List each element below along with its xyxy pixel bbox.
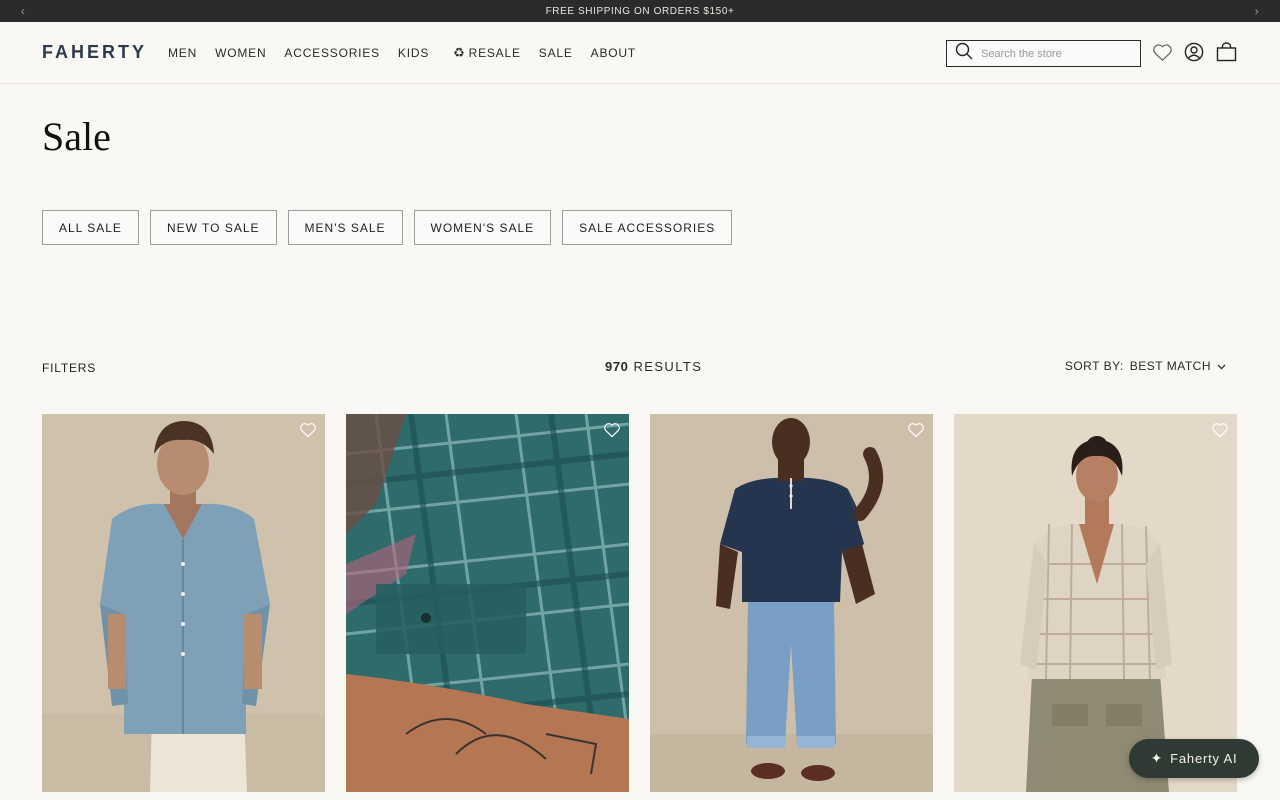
nav-item-accessories[interactable]: ACCESSORIES bbox=[284, 46, 380, 60]
sort-label: SORT BY: bbox=[1064, 359, 1124, 373]
announcement-text: FREE SHIPPING ON ORDERS $150+ bbox=[545, 5, 735, 17]
results-label: RESULTS bbox=[633, 359, 703, 374]
product-card[interactable] bbox=[42, 414, 325, 792]
announcement-bar: ‹ FREE SHIPPING ON ORDERS $150+ › bbox=[0, 0, 1280, 22]
product-image[interactable] bbox=[346, 414, 629, 792]
chevron-right-icon[interactable]: › bbox=[1246, 0, 1268, 22]
nav-item-kids[interactable]: KIDS bbox=[398, 46, 429, 60]
nav-item-resale-label: RESALE bbox=[468, 45, 521, 60]
product-image[interactable] bbox=[954, 414, 1237, 792]
main-nav: MEN WOMEN ACCESSORIES KIDS ♻ RESALE SALE… bbox=[168, 45, 654, 61]
results-toolbar: FILTERS 970 RESULTS SORT BY: BEST MATCH bbox=[42, 356, 1238, 380]
results-count: 970 RESULTS bbox=[605, 359, 702, 374]
faherty-ai-label: Faherty AI bbox=[1170, 751, 1238, 766]
category-sale-accessories[interactable]: SALE ACCESSORIES bbox=[562, 210, 733, 245]
nav-item-about[interactable]: ABOUT bbox=[591, 46, 636, 60]
bag-icon[interactable] bbox=[1215, 41, 1237, 63]
faherty-ai-button[interactable]: ✦ Faherty AI bbox=[1129, 739, 1259, 778]
wishlist-heart-icon[interactable] bbox=[1211, 422, 1229, 440]
search-input[interactable] bbox=[981, 47, 1131, 60]
product-card[interactable] bbox=[650, 414, 933, 792]
chevron-left-icon[interactable]: ‹ bbox=[12, 0, 34, 22]
search-icon[interactable] bbox=[955, 42, 973, 65]
search-box[interactable] bbox=[946, 40, 1141, 67]
page-title: Sale bbox=[42, 114, 111, 159]
category-womens-sale[interactable]: WOMEN'S SALE bbox=[413, 210, 552, 245]
filters-button[interactable]: FILTERS bbox=[42, 361, 96, 375]
category-mens-sale[interactable]: MEN'S SALE bbox=[287, 210, 403, 245]
product-image[interactable] bbox=[42, 414, 325, 792]
sort-dropdown[interactable]: SORT BY: BEST MATCH bbox=[1065, 359, 1226, 373]
nav-item-men[interactable]: MEN bbox=[168, 46, 197, 60]
wishlist-heart-icon[interactable] bbox=[603, 422, 621, 440]
logo[interactable]: FAHERTY bbox=[42, 42, 147, 63]
category-all-sale[interactable]: ALL SALE bbox=[42, 210, 139, 245]
chevron-down-icon bbox=[1217, 359, 1226, 373]
account-icon[interactable] bbox=[1183, 41, 1205, 63]
site-header: FAHERTY MEN WOMEN ACCESSORIES KIDS ♻ RES… bbox=[0, 22, 1280, 84]
recycle-icon: ♻ bbox=[453, 44, 466, 60]
category-new-to-sale[interactable]: NEW TO SALE bbox=[149, 210, 277, 245]
category-filters: ALL SALE NEW TO SALE MEN'S SALE WOMEN'S … bbox=[42, 210, 733, 245]
results-number: 970 bbox=[605, 359, 629, 374]
sparkle-icon: ✦ bbox=[1150, 750, 1164, 766]
nav-item-women[interactable]: WOMEN bbox=[215, 46, 266, 60]
wishlist-heart-icon[interactable] bbox=[299, 422, 317, 440]
product-card[interactable] bbox=[954, 414, 1237, 792]
nav-item-resale[interactable]: ♻ RESALE bbox=[453, 45, 521, 61]
sort-value: BEST MATCH bbox=[1129, 359, 1211, 373]
nav-item-sale[interactable]: SALE bbox=[539, 46, 573, 60]
product-card[interactable] bbox=[346, 414, 629, 792]
heart-icon[interactable] bbox=[1151, 41, 1173, 63]
wishlist-heart-icon[interactable] bbox=[907, 422, 925, 440]
product-image[interactable] bbox=[650, 414, 933, 792]
